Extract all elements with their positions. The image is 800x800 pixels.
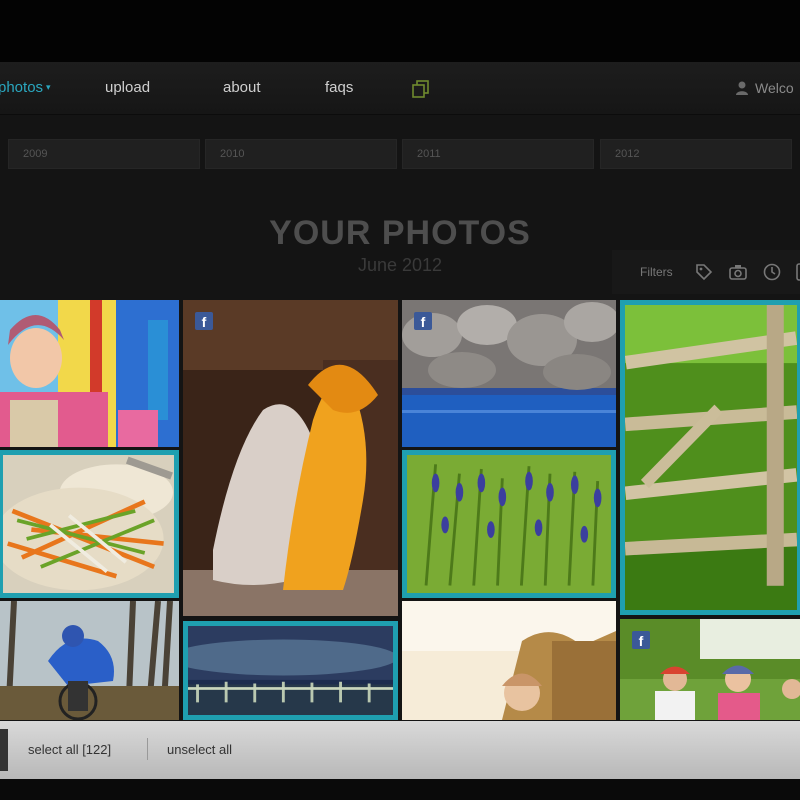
copy-icon[interactable] <box>411 80 431 98</box>
footer-band <box>0 779 800 800</box>
user-menu[interactable]: Welco <box>735 80 794 96</box>
tag-icon[interactable] <box>694 262 714 282</box>
year-2010[interactable]: 2010 <box>205 139 397 169</box>
user-label: Welco <box>755 80 794 96</box>
facebook-icon: f <box>414 312 432 330</box>
photo-tile[interactable]: f <box>620 619 800 720</box>
nav-photos[interactable]: photos ▾ <box>0 79 51 96</box>
chevron-down-icon: ▾ <box>46 82 51 92</box>
camera-icon[interactable] <box>728 262 748 282</box>
clock-icon[interactable] <box>762 262 782 282</box>
photo-tile[interactable]: f <box>183 621 398 720</box>
photo-tile[interactable]: f <box>183 300 398 616</box>
year-filter-row: 2009 2010 2011 2012 <box>0 139 800 171</box>
divider <box>147 738 148 760</box>
page-title: YOUR PHOTOS <box>269 214 531 252</box>
selection-bar: select all [122] unselect all <box>0 721 800 779</box>
facebook-icon: f <box>632 631 650 649</box>
unselect-all-button[interactable]: unselect all <box>167 742 232 757</box>
year-2012[interactable]: 2012 <box>600 139 792 169</box>
photo-tile[interactable]: f <box>402 450 616 598</box>
nav-faqs[interactable]: faqs <box>325 79 353 96</box>
nav-about[interactable]: about <box>223 79 261 96</box>
nav-upload[interactable]: upload <box>105 79 150 96</box>
photo-tile[interactable]: f <box>402 601 616 720</box>
year-2011[interactable]: 2011 <box>402 139 594 169</box>
photo-tile[interactable]: f <box>620 300 800 615</box>
year-2009[interactable]: 2009 <box>8 139 200 169</box>
top-band <box>0 0 800 62</box>
photo-grid: f f f <box>0 300 800 720</box>
nav-photos-label: photos <box>0 79 44 96</box>
phone-icon[interactable] <box>792 262 800 282</box>
facebook-icon: f <box>195 312 213 330</box>
filters-label: Filters <box>640 265 673 279</box>
user-icon <box>736 81 748 95</box>
select-all-button[interactable]: select all [122] <box>28 742 111 757</box>
selection-handle[interactable] <box>0 729 8 771</box>
photo-tile[interactable]: f <box>0 300 179 447</box>
filter-bar: Filters <box>612 250 800 294</box>
photo-tile[interactable]: f <box>0 601 179 720</box>
photo-tile[interactable]: f <box>0 450 179 598</box>
photo-tile[interactable]: f <box>402 300 616 447</box>
nav-bar: photos ▾ upload about faqs Welco <box>0 62 800 115</box>
